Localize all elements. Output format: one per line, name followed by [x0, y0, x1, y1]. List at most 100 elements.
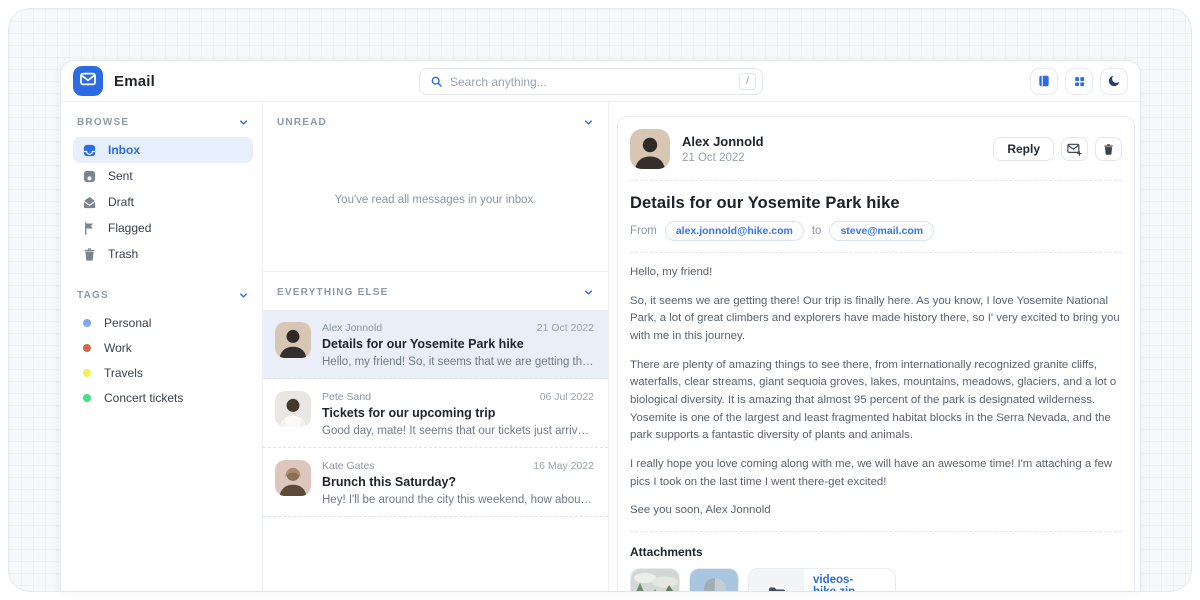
mail-sender: Kate Gates [322, 460, 375, 472]
attachment-photo-valley[interactable] [630, 568, 680, 591]
chevron-down-icon[interactable] [238, 290, 249, 301]
attachments-label: Attachments [630, 545, 1122, 559]
sidebar-item-draft[interactable]: Draft [73, 189, 253, 215]
search-shortcut-hint: / [739, 73, 756, 90]
sidebar-item-label: Inbox [108, 143, 140, 157]
tag-dot [83, 369, 91, 377]
app-logo [73, 66, 103, 96]
detail-actions: Reply [993, 137, 1122, 161]
tag-label: Concert tickets [104, 391, 183, 405]
body-paragraph: Hello, my friend! [630, 264, 1122, 282]
avatar [275, 391, 311, 427]
sidebar-item-label: Flagged [108, 221, 151, 235]
mail-preview: Hey! I'll be around the city this weeken… [322, 494, 594, 506]
mail-list-item[interactable]: Pete Sand 06 Jul 2022 Tickets for our up… [263, 379, 608, 448]
avatar [630, 129, 670, 169]
mail-body: Hello, my friend! So, it seems we are ge… [630, 264, 1122, 520]
trash-icon [1102, 143, 1115, 156]
tag-item-travels[interactable]: Travels [73, 360, 253, 385]
tag-dot [83, 319, 91, 327]
tag-item-concert-tickets[interactable]: Concert tickets [73, 385, 253, 410]
brand: Email [73, 66, 155, 96]
sent-icon [82, 169, 97, 184]
detail-date: 21 Oct 2022 [682, 152, 764, 164]
tags-label: TAGS [77, 290, 109, 301]
browse-section-header: BROWSE [73, 117, 253, 128]
grid-icon [1073, 75, 1086, 88]
mail-subject: Details for our Yosemite Park hike [322, 337, 594, 351]
mail-date: 16 May 2022 [533, 460, 594, 472]
sidebar-item-label: Sent [108, 169, 133, 183]
flag-icon [82, 221, 97, 236]
body-paragraph: So, it seems we are getting there! Our t… [630, 293, 1122, 346]
attachment-file-name[interactable]: videos-hike.zip [813, 574, 895, 591]
unread-section: UNREAD You've read all messages in your … [263, 102, 608, 272]
everything-else-label: EVERYTHING ELSE [277, 287, 389, 298]
book-button[interactable] [1030, 68, 1058, 95]
tag-dot [83, 344, 91, 352]
inbox-icon [82, 143, 97, 158]
unread-empty-message: You've read all messages in your inbox. [263, 128, 608, 271]
reply-button[interactable]: Reply [993, 137, 1054, 161]
divider [630, 252, 1122, 253]
mail-list-item[interactable]: Kate Gates 16 May 2022 Brunch this Satur… [263, 448, 608, 517]
tag-item-personal[interactable]: Personal [73, 310, 253, 335]
chevron-down-icon[interactable] [583, 287, 594, 298]
from-label: From [630, 225, 657, 237]
mail-detail-card: Alex Jonnold 21 Oct 2022 Reply [617, 116, 1135, 591]
to-label: to [812, 225, 822, 237]
screen: Email / [0, 0, 1200, 600]
main-layout: BROWSE Inbox Sent [61, 102, 1140, 591]
moon-icon [1107, 74, 1121, 88]
tag-label: Personal [104, 316, 151, 330]
tag-label: Travels [104, 366, 143, 380]
avatar [275, 460, 311, 496]
mail-date: 06 Jul 2022 [540, 391, 594, 403]
search-input[interactable] [450, 75, 739, 89]
search-bar: / [419, 68, 763, 95]
tag-dot [83, 394, 91, 402]
attachment-file-card[interactable]: videos-hike.zip 100 MB [748, 568, 896, 591]
mail-list-column: UNREAD You've read all messages in your … [263, 102, 609, 591]
draft-icon [82, 195, 97, 210]
search-icon [430, 75, 443, 88]
sidebar-item-label: Draft [108, 195, 134, 209]
dark-mode-button[interactable] [1100, 68, 1128, 95]
envelope-plus-icon [1067, 143, 1082, 156]
topbar: Email / [61, 61, 1140, 102]
unread-label: UNREAD [277, 117, 327, 128]
attachment-photo-half-dome[interactable] [689, 568, 739, 591]
delete-mail-button[interactable] [1095, 137, 1122, 161]
forward-mail-button[interactable] [1061, 137, 1088, 161]
mail-date: 21 Oct 2022 [537, 322, 594, 334]
divider [630, 180, 1122, 181]
from-to-row: From alex.jonnold@hike.com to steve@mail… [630, 221, 1122, 241]
chevron-down-icon[interactable] [238, 117, 249, 128]
sidebar-item-trash[interactable]: Trash [73, 241, 253, 267]
topbar-actions [1030, 68, 1128, 95]
detail-sender-name: Alex Jonnold [682, 134, 764, 149]
chevron-down-icon[interactable] [583, 117, 594, 128]
envelope-icon [80, 72, 96, 91]
to-email-chip[interactable]: steve@mail.com [829, 221, 934, 241]
attachments-row: videos-hike.zip 100 MB [630, 568, 1122, 591]
mail-detail-pane: Alex Jonnold 21 Oct 2022 Reply [609, 102, 1140, 591]
mail-subject: Brunch this Saturday? [322, 475, 594, 489]
body-paragraph: There are plenty of amazing things to se… [630, 357, 1122, 445]
mail-preview: Good day, mate! It seems that our ticket… [322, 425, 594, 437]
divider [630, 531, 1122, 532]
mail-sender: Pete Sand [322, 391, 371, 403]
sidebar-item-flagged[interactable]: Flagged [73, 215, 253, 241]
sidebar-item-inbox[interactable]: Inbox [73, 137, 253, 163]
from-email-chip[interactable]: alex.jonnold@hike.com [665, 221, 804, 241]
tag-label: Work [104, 341, 132, 355]
sidebar-item-sent[interactable]: Sent [73, 163, 253, 189]
body-paragraph: I really hope you love coming along with… [630, 456, 1122, 491]
mail-list-item[interactable]: Alex Jonnold 21 Oct 2022 Details for our… [263, 310, 608, 379]
detail-header: Alex Jonnold 21 Oct 2022 Reply [630, 129, 1122, 169]
detail-subject: Details for our Yosemite Park hike [630, 194, 1122, 213]
grid-apps-button[interactable] [1065, 68, 1093, 95]
app-title: Email [114, 73, 155, 90]
tag-item-work[interactable]: Work [73, 335, 253, 360]
folder-icon [768, 586, 786, 591]
